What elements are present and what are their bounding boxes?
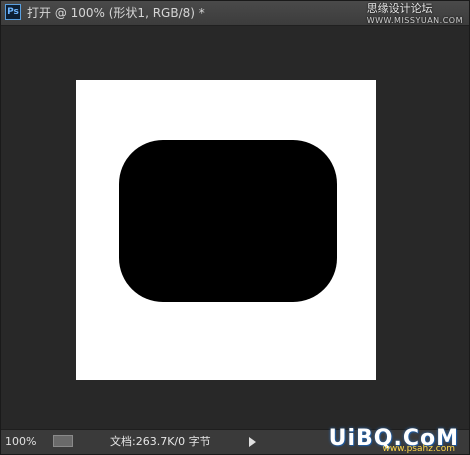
watermark-top: 思缘设计论坛 WWW.MISSYUAN.COM [367, 3, 463, 27]
play-arrow-icon[interactable] [249, 437, 256, 447]
zoom-level-field[interactable]: 100% [5, 434, 45, 449]
navigator-icon[interactable] [53, 435, 73, 447]
document-window: Ps 打开 @ 100% (形状1, RGB/8) * 思缘设计论坛 WWW.M… [0, 0, 470, 455]
watermark-top-text: 思缘设计论坛 [366, 2, 433, 15]
photoshop-icon: Ps [5, 4, 21, 20]
workspace-canvas-area[interactable] [1, 26, 469, 430]
watermark-bottom-site: www.psahz.com [382, 444, 455, 454]
status-bar: 100% 文档:263.7K/0 字节 UiBQ.CoM www.psahz.c… [1, 426, 469, 454]
document-size-info: 文档:263.7K/0 字节 [110, 435, 211, 448]
document-tab-title[interactable]: 打开 @ 100% (形状1, RGB/8) * [27, 5, 205, 21]
document-tab-bar[interactable]: Ps 打开 @ 100% (形状1, RGB/8) * 思缘设计论坛 WWW.M… [1, 1, 469, 26]
rounded-rectangle-shape[interactable] [119, 140, 337, 302]
document-canvas[interactable] [76, 80, 376, 380]
